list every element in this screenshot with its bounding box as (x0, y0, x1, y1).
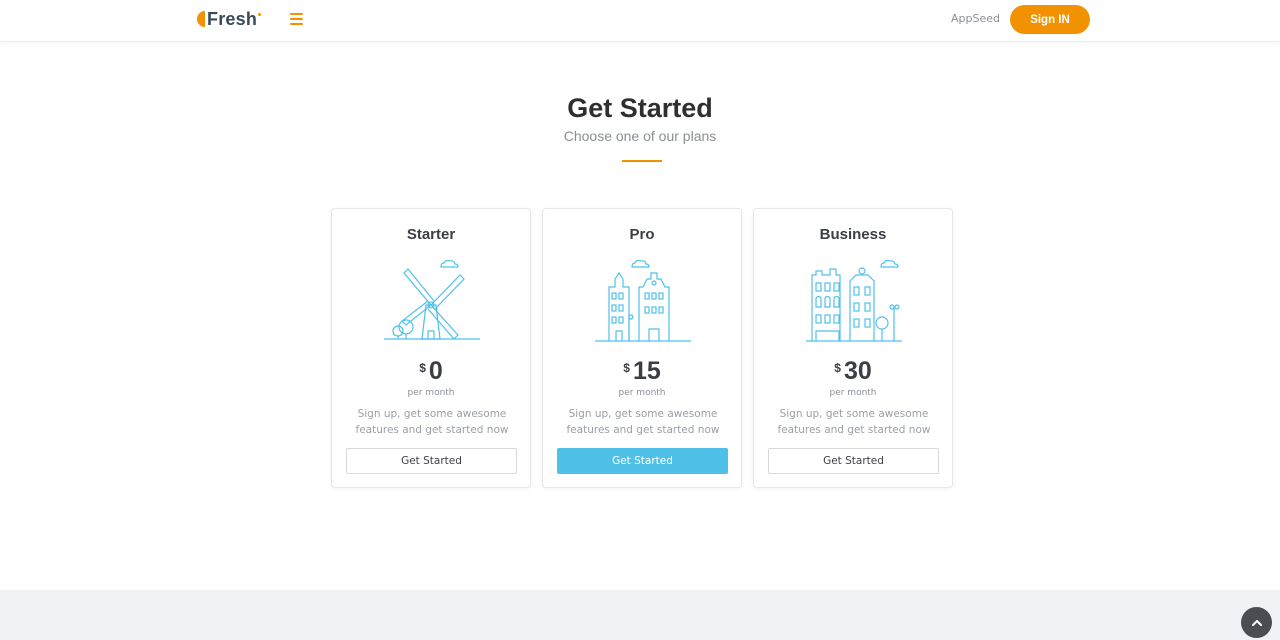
footer-band (0, 590, 1280, 640)
top-navbar: Fresh AppSeed Sign IN (0, 0, 1280, 42)
hamburger-menu-icon[interactable] (290, 13, 303, 25)
city-buildings-illustration-icon (806, 259, 902, 342)
price-amount: 30 (843, 357, 872, 385)
plan-name: Pro (629, 226, 655, 243)
currency-symbol: $ (419, 361, 426, 375)
get-started-button-pro[interactable]: Get Started (557, 448, 728, 474)
plan-price: $0 (332, 357, 530, 386)
logo[interactable]: Fresh (196, 8, 262, 30)
pricing-card-pro: Pro $15 per month Sign up, get some awes… (542, 208, 742, 488)
currency-symbol: $ (834, 361, 841, 375)
townhouses-illustration-icon (595, 259, 691, 342)
title-divider (622, 160, 662, 162)
nav-link-appseed[interactable]: AppSeed (951, 12, 1000, 25)
plan-description: Sign up, get some awesome features and g… (777, 408, 931, 436)
currency-symbol: $ (623, 361, 630, 375)
section-subtitle: Choose one of our plans (563, 128, 717, 144)
price-amount: 15 (632, 357, 661, 385)
chevron-up-icon (1251, 619, 1262, 626)
windmill-illustration-icon (384, 259, 480, 340)
sign-in-button[interactable]: Sign IN (1010, 5, 1090, 34)
plan-price: $15 (543, 357, 741, 386)
logo-text: Fresh (207, 9, 258, 29)
back-to-top-button[interactable] (1241, 607, 1272, 638)
price-amount: 0 (428, 357, 443, 385)
price-period: per month (618, 388, 666, 398)
section-title: Get Started (567, 93, 713, 123)
price-period: per month (407, 388, 455, 398)
plan-price: $30 (754, 357, 952, 386)
logo-mark-icon (197, 11, 205, 27)
pricing-card-business: Business $30 per month Sign up, get some… (753, 208, 953, 488)
plan-description: Sign up, get some awesome features and g… (355, 408, 509, 436)
pricing-card-starter: Starter $0 per month Sign up, get some a… (331, 208, 531, 488)
plan-name: Business (819, 226, 887, 243)
price-period: per month (829, 388, 877, 398)
logo-dot (258, 12, 262, 16)
plan-name: Starter (406, 226, 456, 243)
get-started-button-starter[interactable]: Get Started (346, 448, 517, 474)
plan-description: Sign up, get some awesome features and g… (566, 408, 720, 436)
get-started-button-business[interactable]: Get Started (768, 448, 939, 474)
